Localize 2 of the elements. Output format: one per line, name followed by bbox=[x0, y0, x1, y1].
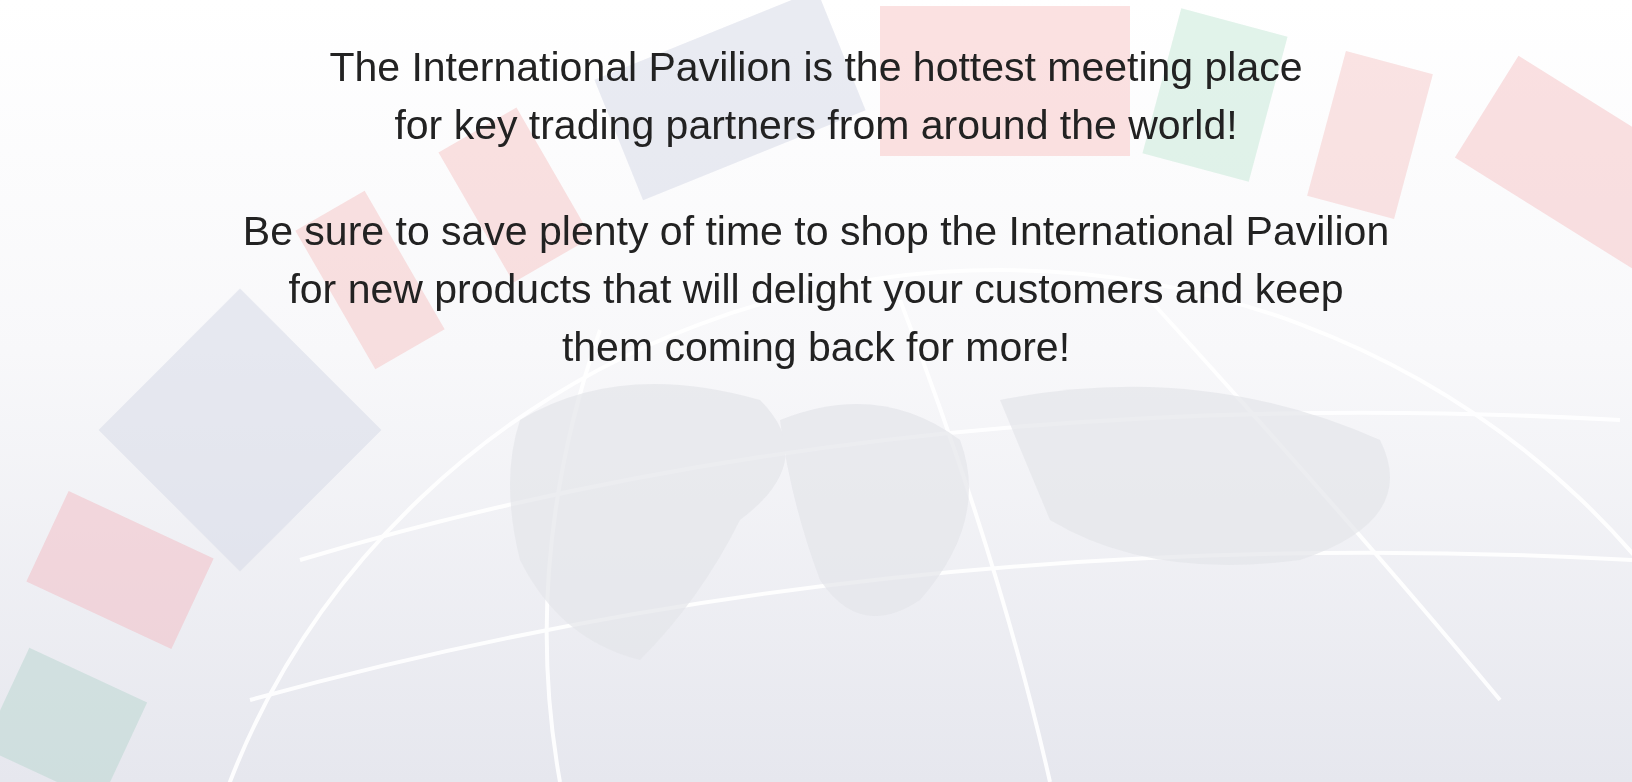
intro-paragraph: The International Pavilion is the hottest meeting place for key trading partners from around the world! bbox=[329, 43, 1303, 150]
intro-paragraph: Be sure to save plenty of time to shop the International Pavilion for new products that will delight your customers and keep them coming back for more! bbox=[242, 207, 1390, 372]
